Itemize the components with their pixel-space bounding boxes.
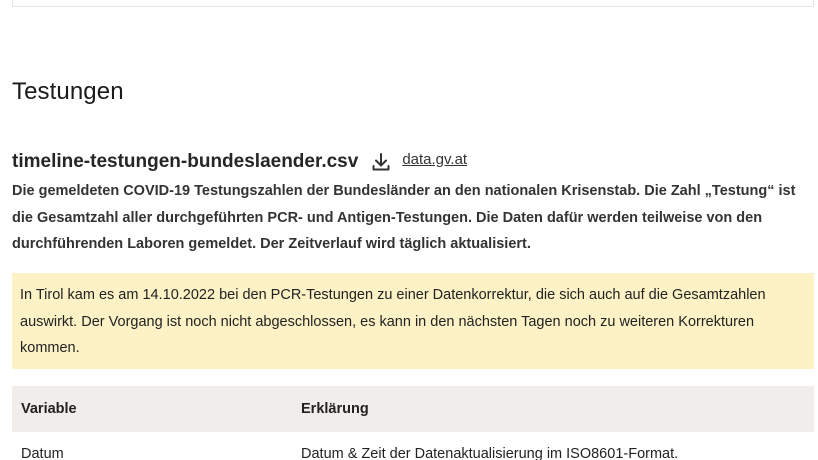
section-title: Testungen	[12, 78, 124, 105]
dataset-description: Die gemeldeten COVID-19 Testungszahlen d…	[12, 183, 796, 252]
previous-section-card	[12, 0, 814, 7]
cell-explanation: Datum & Zeit der Datenaktualisierung im …	[292, 432, 814, 460]
source-link[interactable]: data.gv.at	[402, 151, 467, 168]
cell-variable: Datum	[12, 432, 292, 460]
download-icon[interactable]	[370, 151, 392, 173]
table-row: Datum Datum & Zeit der Datenaktualisieru…	[12, 432, 814, 460]
file-row: timeline-testungen-bundeslaender.csv dat…	[12, 148, 467, 176]
page: Testungen timeline-testungen-bundeslaend…	[0, 0, 818, 460]
header-variable: Variable	[12, 386, 292, 432]
header-explanation: Erklärung	[292, 386, 814, 432]
variable-table: Variable Erklärung Datum Datum & Zeit de…	[12, 386, 814, 460]
table-header-row: Variable Erklärung	[12, 386, 814, 432]
file-name: timeline-testungen-bundeslaender.csv	[12, 151, 359, 172]
correction-notice: In Tirol kam es am 14.10.2022 bei den PC…	[12, 273, 814, 369]
